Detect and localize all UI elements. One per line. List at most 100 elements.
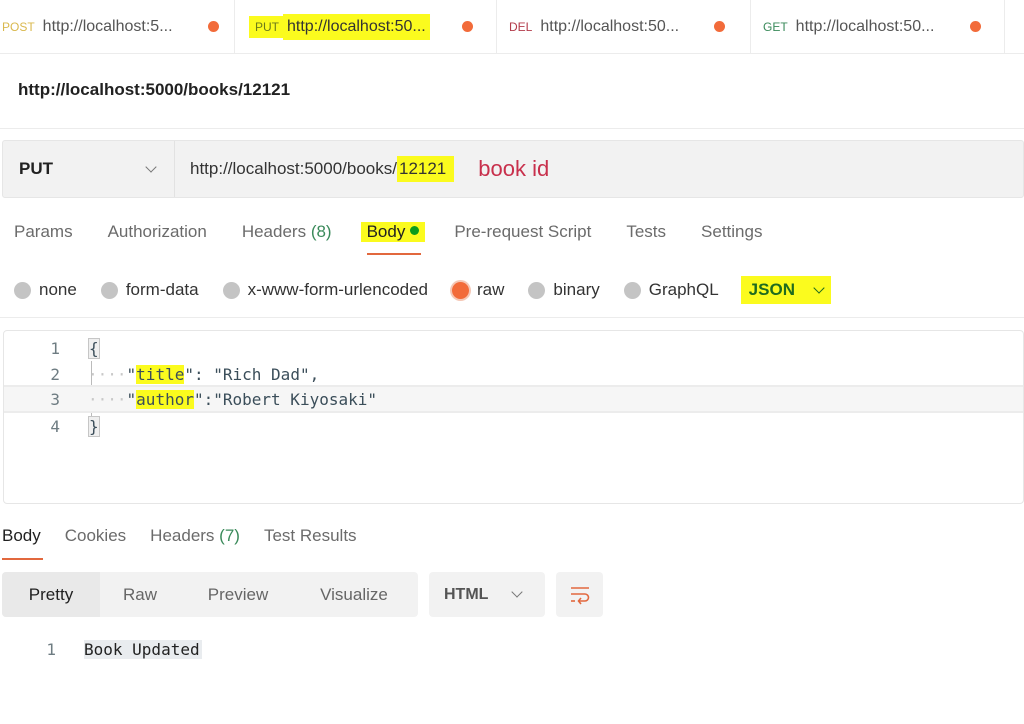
- editor-line: 2 ····"title": "Rich Dad",: [4, 361, 1023, 387]
- view-pretty-button[interactable]: Pretty: [2, 572, 100, 617]
- body-type-selector: none form-data x-www-form-urlencoded raw…: [14, 276, 831, 304]
- wrap-lines-button[interactable]: [556, 572, 603, 617]
- json-value: : "Rich Dad",: [193, 364, 320, 384]
- tab-pre-request-script[interactable]: Pre-request Script: [454, 222, 591, 242]
- active-tab-underline: [2, 558, 43, 560]
- line-number: 1: [50, 338, 60, 358]
- divider: [0, 128, 1024, 129]
- view-visualize-button[interactable]: Visualize: [296, 572, 412, 617]
- radio-raw[interactable]: raw: [452, 280, 504, 300]
- brace-match: {: [88, 337, 100, 359]
- tab-url-label: http://localhost:5...: [42, 18, 173, 35]
- line-number: 4: [50, 416, 60, 436]
- brace-match: }: [88, 415, 100, 437]
- tab-tests[interactable]: Tests: [626, 222, 666, 242]
- request-tab-delete[interactable]: DEL http://localhost:50...: [497, 0, 751, 54]
- view-raw-button[interactable]: Raw: [100, 572, 180, 617]
- request-tab-put[interactable]: PUT http://localhost:50...: [235, 0, 497, 54]
- request-tab-strip: POST http://localhost:5... PUT http://lo…: [0, 0, 1024, 54]
- tab-body[interactable]: Body: [360, 222, 426, 255]
- radio-urlencoded[interactable]: x-www-form-urlencoded: [222, 280, 429, 300]
- radio-graphql[interactable]: GraphQL: [623, 280, 719, 300]
- tab-params[interactable]: Params: [14, 222, 73, 242]
- request-tab-post[interactable]: POST http://localhost:5...: [0, 0, 235, 54]
- book-id-annotation: book id: [478, 156, 550, 181]
- unsaved-dot-icon: [462, 21, 473, 32]
- response-tab-cookies[interactable]: Cookies: [65, 526, 126, 546]
- radio-label: form-data: [125, 280, 199, 299]
- tab-url-label: http://localhost:50...: [540, 18, 680, 35]
- tab-authorization[interactable]: Authorization: [108, 222, 207, 242]
- line-code: ····"title": "Rich Dad",: [88, 364, 320, 384]
- request-section-tabs: Params Authorization Headers (8) Body Pr…: [14, 222, 797, 255]
- quote: ": [126, 364, 137, 384]
- line-code: ····"author":"Robert Kiyosaki": [88, 389, 377, 409]
- response-tabs: Body Cookies Headers (7) Test Results: [2, 526, 381, 560]
- headers-count: (8): [310, 222, 332, 241]
- json-key: author: [136, 389, 194, 409]
- tab-headers-label: Headers: [241, 222, 307, 241]
- editor-line-current: 3 ····"author":"Robert Kiyosaki": [4, 385, 1023, 413]
- request-tab-get[interactable]: GET http://localhost:50...: [751, 0, 1005, 54]
- response-view-selector: Pretty Raw Preview Visualize: [2, 572, 418, 617]
- tab-body-label: Body: [366, 222, 406, 241]
- line-number: 2: [50, 364, 60, 384]
- response-tab-body[interactable]: Body: [2, 526, 43, 560]
- quote: ": [193, 389, 204, 409]
- radio-circle-icon: [623, 281, 641, 299]
- editor-line: 4 }: [4, 413, 1023, 439]
- response-tab-headers-label: Headers: [150, 526, 215, 545]
- json-value: :"Robert Kiyosaki": [203, 389, 377, 409]
- tab-url-label: http://localhost:50...: [283, 14, 430, 40]
- radio-circle-icon: [14, 281, 31, 299]
- tab-settings[interactable]: Settings: [701, 222, 762, 242]
- radio-label: raw: [477, 280, 505, 299]
- tab-headers[interactable]: Headers (8): [242, 222, 332, 242]
- radio-binary[interactable]: binary: [528, 280, 600, 300]
- url-input[interactable]: http://localhost:5000/books/12121 book i…: [175, 141, 549, 197]
- wrap-lines-icon: [570, 586, 589, 605]
- unsaved-dot-icon: [208, 21, 219, 32]
- radio-form-data[interactable]: form-data: [100, 280, 199, 300]
- whitespace-markers: ····: [88, 389, 127, 409]
- format-dropdown[interactable]: JSON: [740, 276, 831, 304]
- radio-none[interactable]: none: [14, 280, 77, 300]
- response-tab-headers[interactable]: Headers (7): [150, 526, 240, 546]
- request-body-editor[interactable]: 1 { 2 ····"title": "Rich Dad", 3 ····"au…: [3, 330, 1024, 504]
- radio-circle-icon: [528, 281, 546, 299]
- radio-circle-icon: [100, 281, 118, 299]
- json-key: title: [136, 364, 185, 384]
- tab-method-label: POST: [2, 20, 35, 34]
- url-id-text: 12121: [396, 156, 455, 182]
- radio-label: none: [39, 280, 77, 299]
- view-preview-button[interactable]: Preview: [180, 572, 296, 617]
- chevron-down-icon: [813, 282, 825, 294]
- tab-method-label: GET: [763, 20, 788, 34]
- response-language-dropdown[interactable]: HTML: [429, 572, 545, 617]
- line-number: 3: [50, 389, 60, 409]
- response-tab-test-results[interactable]: Test Results: [264, 526, 357, 546]
- unsaved-dot-icon: [970, 21, 981, 32]
- request-name[interactable]: http://localhost:5000/books/12121: [18, 80, 290, 100]
- line-number: 1: [46, 639, 56, 659]
- unsaved-dot-icon: [714, 21, 725, 32]
- whitespace-markers: ····: [88, 364, 127, 384]
- radio-label: binary: [553, 280, 600, 299]
- quote: ": [184, 364, 194, 384]
- radio-circle-icon: [222, 281, 240, 299]
- url-base-text: http://localhost:5000/books/: [190, 159, 397, 178]
- tab-method-label: DEL: [509, 20, 533, 34]
- method-select-value: PUT: [19, 159, 53, 178]
- divider: [0, 317, 1024, 318]
- radio-selected-icon: [452, 281, 470, 299]
- response-body-line: 1 Book Updated: [0, 636, 202, 662]
- method-select[interactable]: PUT: [3, 141, 175, 197]
- tab-url-label: http://localhost:50...: [795, 18, 935, 35]
- radio-label: x-www-form-urlencoded: [247, 280, 429, 299]
- response-headers-count: (7): [219, 526, 240, 545]
- line-code: }: [88, 415, 100, 437]
- editor-line: 1 {: [4, 335, 1023, 361]
- active-tab-underline: [366, 253, 422, 255]
- url-bar: PUT http://localhost:5000/books/12121 bo…: [2, 140, 1024, 198]
- chevron-down-icon: [511, 586, 523, 598]
